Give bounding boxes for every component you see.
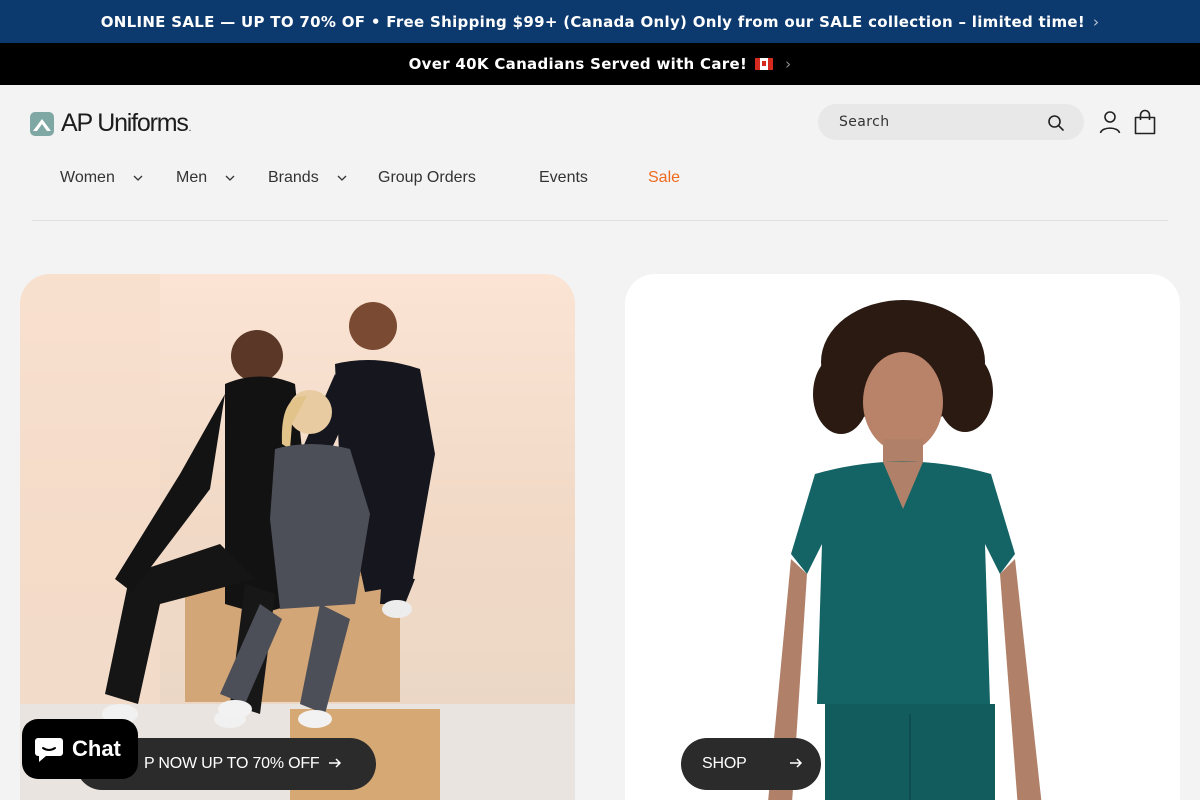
nav-item-women[interactable]: Women [60, 169, 143, 187]
nav-item-brands[interactable]: Brands [268, 169, 347, 187]
nav-item-group-orders[interactable]: Group Orders [378, 169, 476, 187]
chevron-down-icon [133, 175, 143, 181]
nav-item-sale[interactable]: Sale [648, 169, 680, 187]
nav-item-events[interactable]: Events [539, 169, 588, 187]
nav-label: Men [176, 169, 208, 186]
nav-label: Sale [648, 169, 681, 186]
chat-label: Chat [72, 736, 121, 761]
header-divider [32, 220, 1168, 221]
nav-label: Group Orders [378, 169, 476, 186]
announcement-served-text: Over 40K Canadians Served with Care! [408, 55, 748, 73]
nav-item-men[interactable]: Men [176, 169, 235, 187]
logo[interactable]: AP Uniforms. [30, 109, 191, 138]
main-nav: Women Men Brands Group Orders Events Sal… [0, 169, 1200, 191]
nav-label: Brands [268, 169, 319, 186]
cart-icon[interactable] [1133, 109, 1157, 135]
chevron-right-icon[interactable]: › [1093, 13, 1099, 31]
hero-card-shop[interactable] [625, 274, 1180, 800]
arrow-right-icon [790, 758, 803, 768]
chevron-down-icon [225, 175, 235, 181]
chat-bubble-icon [35, 738, 63, 762]
chevron-right-icon[interactable]: › [785, 55, 791, 73]
shop-sale-label: P NOW UP TO 70% OFF [144, 755, 320, 772]
arrow-right-icon [329, 758, 342, 768]
shop-label: SHOP [702, 755, 747, 772]
logo-mark-icon [30, 111, 54, 136]
search-icon[interactable] [1047, 114, 1065, 132]
nav-label: Events [539, 169, 588, 186]
announcement-sale-text: ONLINE SALE — UP TO 70% OF • Free Shippi… [100, 12, 1085, 31]
announcement-bar-served[interactable]: Over 40K Canadians Served with Care! › [0, 43, 1200, 85]
chevron-down-icon [337, 175, 347, 181]
logo-text: AP Uniforms. [61, 109, 192, 137]
nav-label: Women [60, 169, 115, 186]
account-icon[interactable] [1098, 110, 1122, 134]
shop-button[interactable]: SHOP [681, 738, 821, 790]
chat-button[interactable]: Chat [22, 719, 138, 779]
announcement-bar-sale[interactable]: ONLINE SALE — UP TO 70% OF • Free Shippi… [0, 0, 1200, 43]
search-input[interactable]: Search [818, 104, 1084, 140]
site-header: AP Uniforms. Search Women Men Brands Gro… [0, 85, 1200, 221]
hero-image-model [768, 300, 1042, 800]
search-placeholder: Search [839, 114, 890, 130]
canada-flag-icon [755, 58, 774, 70]
